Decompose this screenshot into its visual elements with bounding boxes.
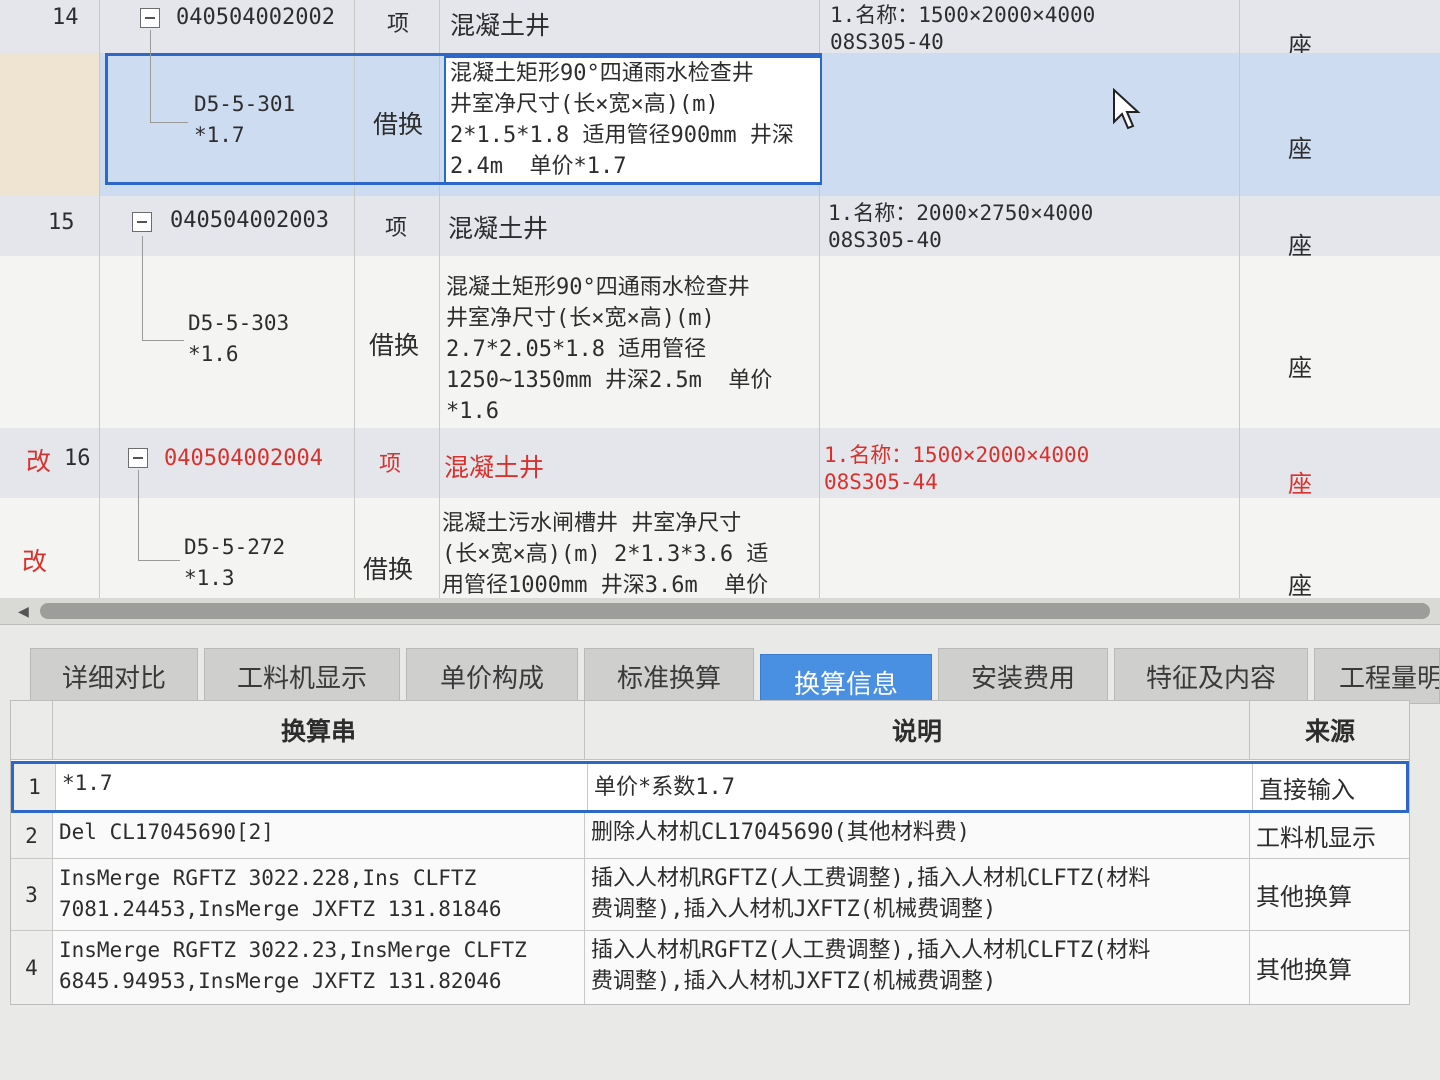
table-row[interactable]: 2 Del CL17045690[2] 删除人材机CL17045690(其他材料…	[11, 813, 1409, 859]
conversion-description: 插入人材机RGFTZ(人工费调整),插入人材机CLFTZ(材料 费调整),插入人…	[585, 859, 1250, 930]
tab-standard-conversion[interactable]: 标准换算	[584, 648, 754, 704]
item-grid: 14 040504002002 项 混凝土井 1.名称：1500×2000×40…	[0, 0, 1440, 600]
quota-type: 借换	[369, 331, 420, 360]
table-row[interactable]: 4 InsMerge RGFTZ 3022.23,InsMerge CLFTZ …	[11, 931, 1409, 1004]
grid-row-15-sub[interactable]: D5-5-303 *1.6 借换 混凝土矩形90°四通雨水检查井 井室净尺寸(长…	[0, 256, 1440, 429]
item-name: 混凝土井	[448, 214, 549, 243]
tree-line	[142, 236, 143, 340]
tree-line	[138, 470, 139, 560]
quota-unit: 座	[1288, 572, 1312, 600]
item-type: 项	[385, 216, 408, 241]
item-type: 项	[379, 452, 402, 477]
conversion-description: 删除人材机CL17045690(其他材料费)	[585, 813, 1250, 858]
tab-unit-price[interactable]: 单价构成	[406, 648, 578, 704]
row-number: 15	[48, 210, 75, 235]
quota-name-editor[interactable]: 混凝土矩形90°四通雨水检查井 井室净尺寸(长×宽×高)(m) 2*1.5*1.…	[444, 56, 822, 184]
tab-installation-cost[interactable]: 安装费用	[938, 648, 1108, 704]
table-header: 换算串 说明 来源	[11, 701, 1409, 760]
grid-row-15[interactable]: 15 040504002003 项 混凝土井 1.名称：2000×2750×40…	[0, 196, 1440, 260]
conversion-source: 直接输入	[1259, 775, 1355, 804]
conversion-string[interactable]: *1.7	[56, 764, 588, 810]
quota-unit: 座	[1288, 135, 1312, 163]
collapse-toggle-icon[interactable]	[128, 448, 148, 468]
item-code: 040504002002	[176, 5, 335, 30]
conversion-table: 换算串 说明 来源 1 *1.7 单价*系数1.7 直接输入 2 Del CL1…	[10, 700, 1410, 1005]
conversion-source: 其他换算	[1256, 883, 1352, 911]
collapse-toggle-icon[interactable]	[132, 212, 152, 232]
quota-name: 混凝土矩形90°四通雨水检查井 井室净尺寸(长×宽×高)(m) 2*1.5*1.…	[450, 61, 794, 179]
conversion-description: 单价*系数1.7	[588, 764, 1253, 810]
tree-line	[150, 122, 188, 123]
tree-line	[142, 340, 184, 341]
grid-row-16[interactable]: 改 16 040504002004 项 混凝土井 1.名称：1500×2000×…	[0, 428, 1440, 499]
tree-line	[138, 560, 180, 561]
quota-type: 借换	[373, 110, 424, 139]
tab-labor-material-machine[interactable]: 工料机显示	[204, 648, 400, 704]
modified-flag: 改	[22, 547, 48, 576]
conversion-string[interactable]: Del CL17045690[2]	[53, 813, 585, 858]
column-header-description[interactable]: 说明	[585, 701, 1250, 759]
item-code: 040504002004	[164, 446, 323, 471]
quota-unit: 座	[1288, 354, 1312, 382]
item-type: 项	[387, 12, 410, 37]
item-features: 1.名称：2000×2750×4000 08S305-40	[828, 201, 1094, 252]
quota-type: 借换	[363, 555, 414, 584]
table-row[interactable]: 1 *1.7 单价*系数1.7 直接输入	[11, 761, 1409, 813]
scrollbar-thumb[interactable]	[40, 603, 1430, 619]
quota-code: D5-5-301 *1.7	[194, 92, 296, 147]
conversion-string[interactable]: InsMerge RGFTZ 3022.228,Ins CLFTZ 7081.2…	[53, 859, 585, 930]
tab-features-content[interactable]: 特征及内容	[1114, 648, 1308, 704]
column-header-source[interactable]: 来源	[1250, 701, 1410, 759]
mouse-cursor-icon	[1113, 88, 1141, 130]
horizontal-scrollbar[interactable]: ◀	[0, 598, 1440, 624]
item-features: 1.名称：1500×2000×4000 08S305-44	[824, 443, 1090, 494]
quota-name: 混凝土矩形90°四通雨水检查井 井室净尺寸(长×宽×高)(m) 2.7*2.05…	[446, 275, 773, 424]
quota-code: D5-5-272 *1.3	[184, 535, 286, 590]
tab-detail-compare[interactable]: 详细对比	[30, 648, 198, 704]
conversion-description: 插入人材机RGFTZ(人工费调整),插入人材机CLFTZ(材料 费调整),插入人…	[585, 931, 1250, 1004]
item-features: 1.名称：1500×2000×4000 08S305-40	[830, 3, 1096, 54]
tree-line	[150, 30, 151, 122]
conversion-source: 其他换算	[1256, 956, 1352, 984]
quota-code: D5-5-303 *1.6	[188, 311, 290, 366]
item-unit: 座	[1288, 470, 1312, 498]
conversion-source: 工料机显示	[1256, 824, 1376, 852]
detail-tabs: 详细对比 工料机显示 单价构成 标准换算 换算信息 安装费用 特征及内容 工程量…	[0, 640, 1440, 710]
row-index: 4	[11, 931, 53, 1004]
row-number: 16	[64, 446, 91, 471]
tab-quantity[interactable]: 工程量明	[1314, 648, 1440, 704]
item-code: 040504002003	[170, 208, 329, 233]
item-name: 混凝土井	[450, 11, 551, 40]
table-row[interactable]: 3 InsMerge RGFTZ 3022.228,Ins CLFTZ 7081…	[11, 859, 1409, 931]
item-name: 混凝土井	[444, 453, 545, 482]
panel-splitter[interactable]	[0, 624, 1440, 639]
grid-row-16-sub[interactable]: 改 D5-5-272 *1.3 借换 混凝土污水闸槽井 井室净尺寸 (长×宽×高…	[0, 498, 1440, 600]
row-index: 2	[11, 813, 53, 858]
collapse-toggle-icon[interactable]	[140, 8, 160, 28]
column-header-conversion-string[interactable]: 换算串	[53, 701, 585, 759]
grid-row-14[interactable]: 14 040504002002 项 混凝土井 1.名称：1500×2000×40…	[0, 0, 1440, 60]
quota-name: 混凝土污水闸槽井 井室净尺寸 (长×宽×高)(m) 2*1.3*3.6 适 用管…	[442, 511, 769, 598]
scroll-left-icon[interactable]: ◀	[18, 601, 29, 622]
conversion-string[interactable]: InsMerge RGFTZ 3022.23,InsMerge CLFTZ 68…	[53, 931, 585, 1004]
row-index: 1	[14, 764, 56, 810]
row-index: 3	[11, 859, 53, 930]
row-number: 14	[52, 5, 79, 30]
